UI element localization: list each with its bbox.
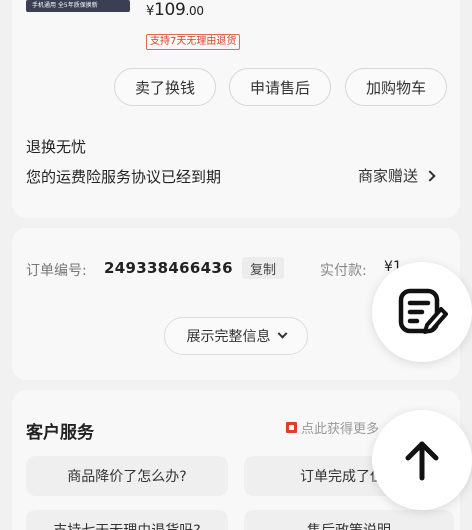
chevron-right-icon — [424, 169, 436, 182]
faq-chip[interactable]: 支持七天无理由退货吗? — [26, 510, 228, 530]
faq-chip[interactable]: 售后政策说明 — [244, 510, 454, 530]
product-thumbnail-banner: 手机通用 全5年质保换新 — [26, 0, 130, 12]
badge-icon — [286, 422, 297, 433]
paid-amount-label: 实付款: — [320, 263, 367, 279]
price-decimal: .00 — [185, 4, 204, 18]
expand-label: 展示完整信息 — [186, 329, 271, 345]
chevron-down-icon — [277, 328, 287, 339]
add-to-cart-button[interactable]: 加购物车 — [345, 68, 447, 106]
sell-button[interactable]: 卖了换钱 — [114, 68, 216, 106]
customer-service-title: 客户服务 — [26, 423, 94, 443]
faq-chip[interactable]: 商品降价了怎么办? — [26, 456, 228, 496]
copy-order-number-button[interactable]: 复制 — [242, 257, 284, 279]
note-edit-icon — [398, 288, 448, 334]
merchant-gift-label: 商家赠送 — [358, 167, 419, 185]
order-number-label: 订单编号: — [26, 263, 87, 279]
after-sale-button[interactable]: 申请售后 — [229, 68, 331, 106]
back-to-top-button[interactable] — [372, 410, 472, 510]
price-integer: 109 — [153, 0, 186, 20]
more-link-label: 点此获得更多 — [301, 422, 380, 437]
return-worry-label: 退换无忧 — [26, 138, 87, 156]
merchant-gift-link[interactable]: 商家赠送 — [358, 165, 436, 186]
product-price: ¥109.00 — [146, 0, 204, 20]
price-currency: ¥ — [146, 4, 154, 19]
edit-note-button[interactable] — [372, 262, 472, 362]
insurance-status-text: 您的运费险服务协议已经到期 — [26, 168, 222, 186]
arrow-up-icon — [405, 441, 439, 481]
expand-order-info-button[interactable]: 展示完整信息 — [164, 317, 308, 355]
customer-service-more-link[interactable]: 点此获得更多 — [286, 418, 379, 437]
order-number-value: 249338466436 — [104, 259, 233, 277]
return-policy-tag: 支持7天无理由退货 — [146, 34, 241, 50]
